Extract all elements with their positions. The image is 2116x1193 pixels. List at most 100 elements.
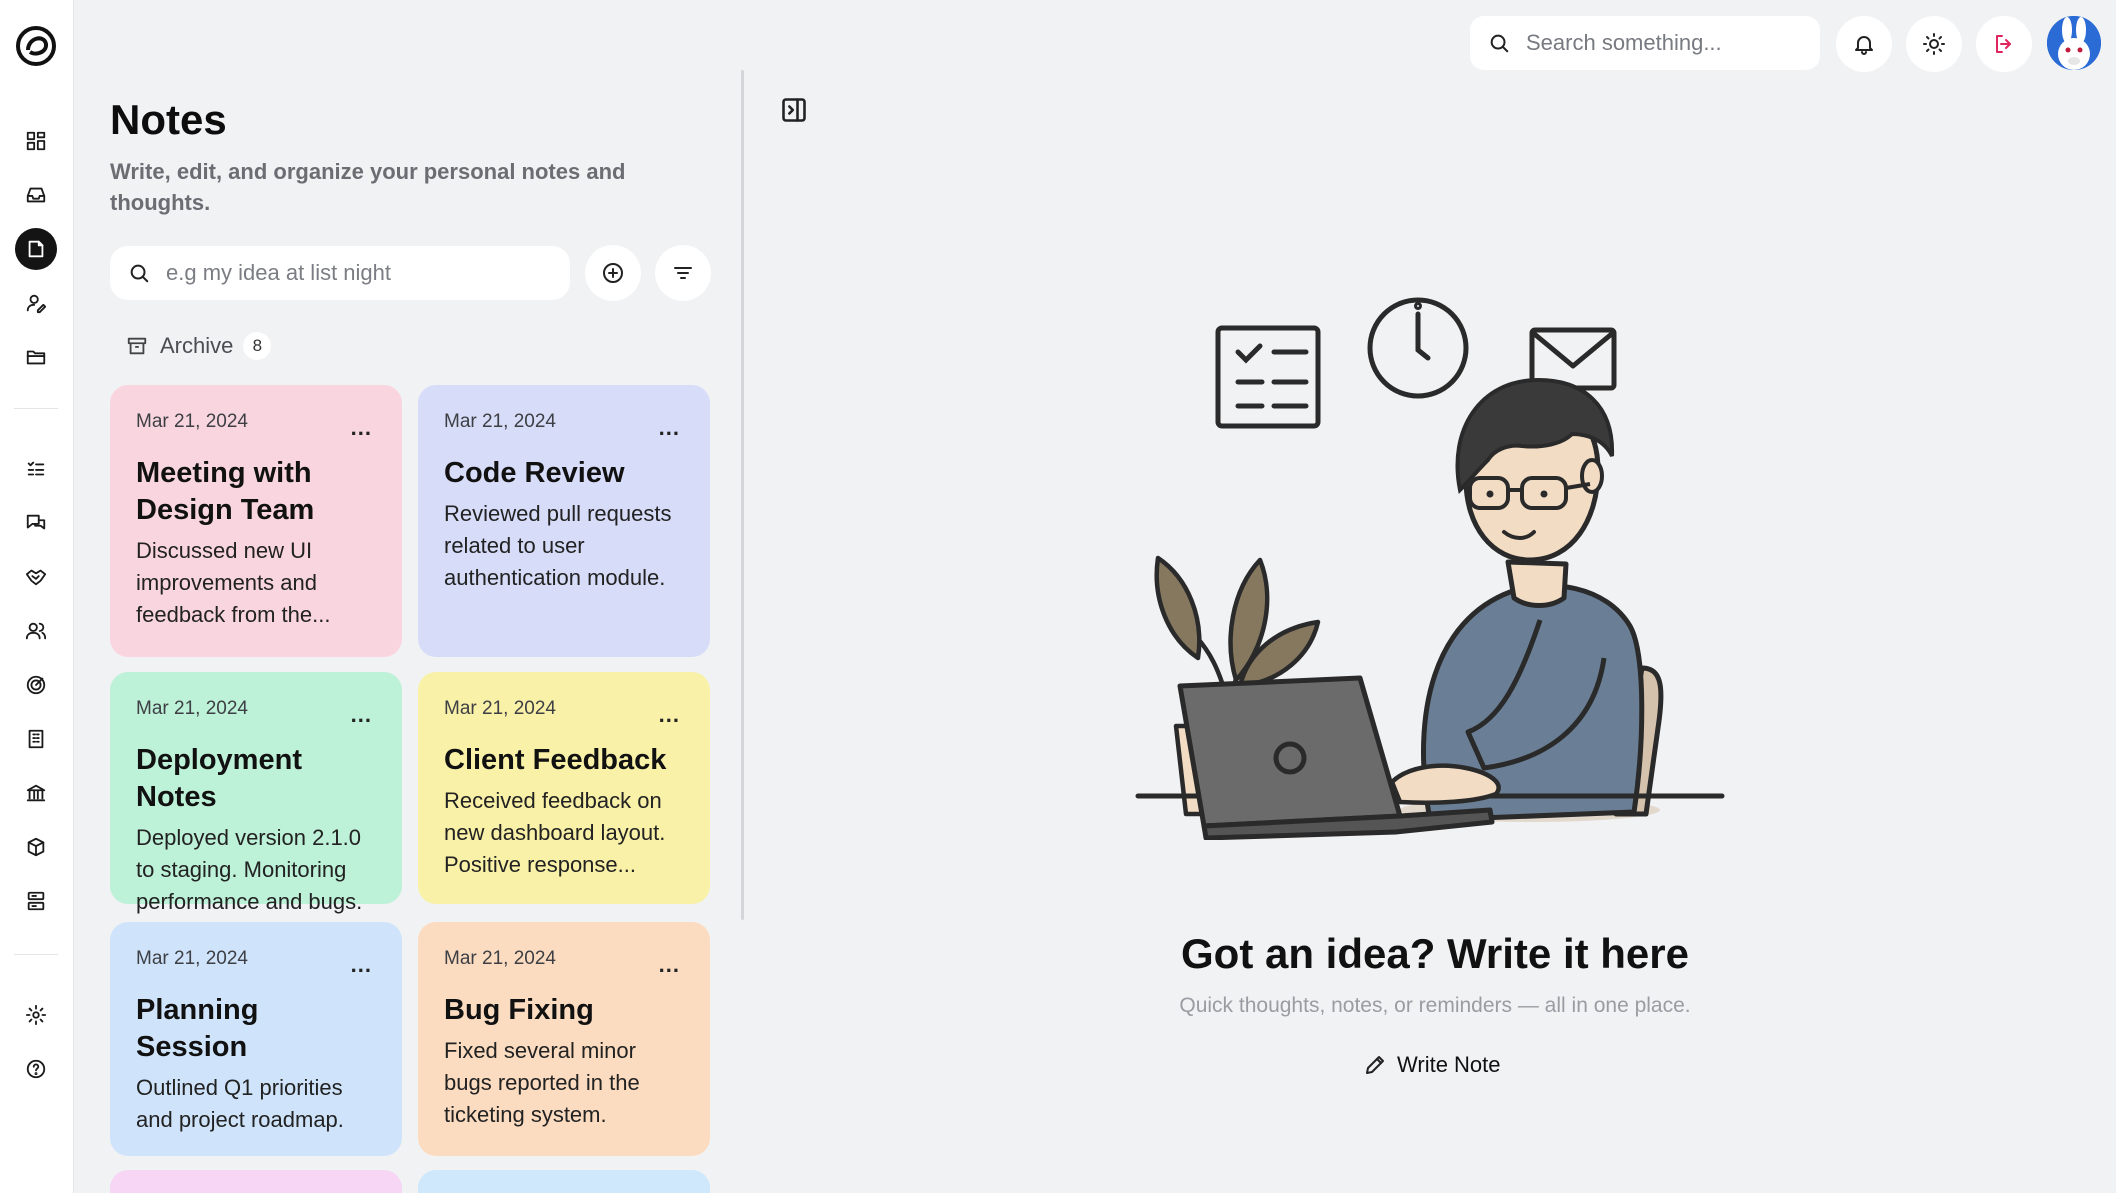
package-icon: [27, 837, 45, 857]
note-body: Discussed new UI improvements and feedba…: [136, 538, 331, 627]
sidebar-item-chat[interactable]: [15, 502, 57, 544]
panel-resize-handle[interactable]: [741, 70, 744, 920]
person-laptop-illustration: [1135, 297, 1725, 840]
note-card[interactable]: Mar 21, 2024... Meeting with Design Team D…: [110, 385, 402, 657]
checklist-icon: [1215, 325, 1321, 429]
note-card[interactable]: Mar 21, 2024... Bug Fixing Fixed several m…: [418, 922, 710, 1156]
settings-icon: [25, 1004, 47, 1026]
plus-circle-icon: [603, 263, 623, 283]
sidebar-divider: [14, 408, 58, 409]
note-title: Code Review: [444, 457, 625, 489]
note-title: Planning Session: [136, 994, 259, 1063]
sidebar-item-package[interactable]: [15, 826, 57, 868]
sidebar-item-building[interactable]: [15, 718, 57, 760]
users-icon: [25, 622, 47, 640]
sidebar-item-help[interactable]: [15, 1048, 57, 1090]
note-card[interactable]: [418, 1170, 710, 1193]
logout-icon: [1996, 35, 2011, 53]
page-title: Notes: [110, 96, 227, 143]
note-body: Outlined Q1 priorities and project roadm…: [136, 1075, 344, 1132]
pencil-icon: [1366, 1056, 1384, 1074]
panel-collapse-icon: [782, 98, 806, 122]
note-date: Mar 21, 2024: [444, 698, 556, 719]
sidebar-item-bank[interactable]: [15, 772, 57, 814]
notifications-button[interactable]: [1836, 16, 1892, 72]
archive-label: Archive: [160, 333, 234, 358]
chat-icon: [26, 514, 46, 530]
note-card[interactable]: Mar 21, 2024... Code Review Reviewed pull …: [418, 385, 710, 657]
help-icon: [26, 1059, 46, 1079]
note-card[interactable]: Mar 21, 2024... Planning Session Outlined …: [110, 922, 402, 1156]
archive-icon: [127, 337, 147, 355]
folder-icon: [26, 350, 46, 365]
server-icon: [27, 891, 45, 911]
collapse-panel-button[interactable]: [780, 96, 810, 126]
note-date: Mar 21, 2024: [444, 411, 556, 432]
note-date: Mar 21, 2024: [444, 948, 556, 969]
note-body: Fixed several minor bugs reported in the…: [444, 1038, 640, 1127]
notes-search-input[interactable]: e.g my idea at list night: [110, 246, 570, 300]
avatar[interactable]: [2047, 16, 2101, 70]
app-root: Search something... Notes Write, edit, a…: [0, 0, 2116, 1193]
sidebar-item-notes[interactable]: [15, 228, 57, 270]
sidebar-divider: [14, 954, 58, 955]
note-more-button[interactable]: ...: [659, 415, 680, 441]
note-title: Bug Fixing: [444, 994, 594, 1026]
clock-icon: [1367, 297, 1469, 399]
note-card[interactable]: [110, 1170, 402, 1193]
sun-icon: [1923, 33, 1945, 55]
logout-button[interactable]: [1976, 16, 2032, 72]
filter-button[interactable]: [655, 245, 711, 301]
note-more-button[interactable]: ...: [351, 702, 372, 728]
page-subtitle: Write, edit, and organize your personal …: [110, 159, 626, 215]
notes-icon: [28, 240, 44, 258]
note-card[interactable]: Mar 21, 2024... Client Feedback Received f…: [418, 672, 710, 904]
analytics-icon: [26, 675, 46, 695]
add-note-button[interactable]: [585, 245, 641, 301]
global-search-placeholder: Search something...: [1526, 30, 1722, 55]
note-more-button[interactable]: ...: [659, 952, 680, 978]
note-date: Mar 21, 2024: [136, 948, 248, 969]
sidebar-item-inbox[interactable]: [15, 174, 57, 216]
empty-state-subtitle: Quick thoughts, notes, or reminders — al…: [1179, 994, 1691, 1017]
write-note-button[interactable]: Write Note: [1363, 1052, 1501, 1078]
sidebar-item-user-edit[interactable]: [15, 282, 57, 324]
global-search-input[interactable]: Search something...: [1470, 16, 1820, 70]
app-logo-icon[interactable]: [14, 24, 58, 68]
note-body: Reviewed pull requests related to user a…: [444, 501, 672, 590]
note-body: Received feedback on new dashboard layou…: [444, 788, 666, 877]
note-title: Meeting with Design Team: [136, 457, 315, 526]
notes-search-placeholder: e.g my idea at list night: [166, 260, 392, 285]
note-title: Deployment Notes: [136, 744, 302, 813]
note-date: Mar 21, 2024: [136, 698, 248, 719]
write-note-label: Write Note: [1397, 1052, 1501, 1077]
sidebar: [0, 0, 74, 1193]
inbox-icon: [26, 187, 46, 203]
theme-toggle-button[interactable]: [1906, 16, 1962, 72]
note-more-button[interactable]: ...: [351, 415, 372, 441]
sidebar-item-analytics[interactable]: [15, 664, 57, 706]
note-title: Client Feedback: [444, 744, 667, 776]
rabbit-avatar-icon: [2047, 16, 2101, 70]
sidebar-item-users[interactable]: [15, 610, 57, 652]
note-body: Deployed version 2.1.0 to staging. Monit…: [136, 825, 363, 914]
sidebar-item-server[interactable]: [15, 880, 57, 922]
bank-icon: [26, 784, 46, 802]
note-more-button[interactable]: ...: [351, 952, 372, 978]
user-edit-icon: [26, 294, 47, 314]
sidebar-item-tasks[interactable]: [15, 448, 57, 490]
handshake-icon: [25, 569, 47, 586]
sidebar-item-folder[interactable]: [15, 336, 57, 378]
archive-count-badge: 8: [243, 332, 272, 360]
note-date: Mar 21, 2024: [136, 411, 248, 432]
dashboard-icon: [26, 131, 46, 151]
note-more-button[interactable]: ...: [659, 702, 680, 728]
sidebar-item-handshake[interactable]: [15, 556, 57, 598]
bell-icon: [1855, 36, 1873, 55]
search-icon: [1490, 34, 1509, 53]
note-card[interactable]: Mar 21, 2024... Deployment Notes Deployed …: [110, 672, 402, 914]
sidebar-item-dashboard[interactable]: [15, 120, 57, 162]
sidebar-item-settings[interactable]: [15, 994, 57, 1036]
archive-link[interactable]: Archive 8: [126, 332, 272, 360]
empty-state-title: Got an idea? Write it here: [1181, 930, 1689, 977]
